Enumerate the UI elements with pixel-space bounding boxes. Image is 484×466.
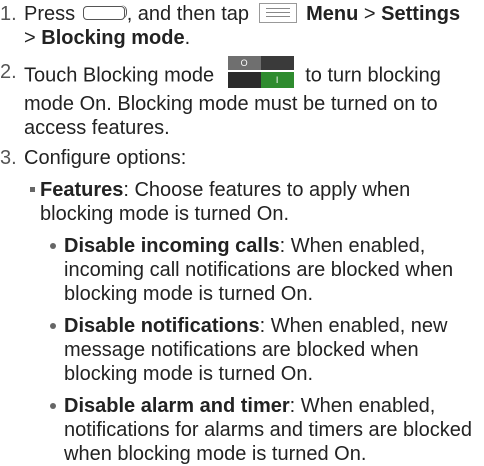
bullet-dot-icon — [50, 323, 56, 329]
square-bullet-icon — [30, 187, 35, 192]
step-number: 1. — [0, 3, 17, 25]
step-text: Configure options: — [24, 146, 480, 170]
touch-text: Touch Blocking mode — [24, 64, 215, 87]
settings-label: Settings — [381, 3, 461, 25]
features-item: Features: Choose features to apply when … — [30, 178, 478, 226]
separator: > — [24, 27, 36, 49]
step-text: Press , and then tap Menu > Settings > B… — [24, 2, 480, 50]
bullet-dot-icon — [50, 243, 56, 249]
bullet-title: Disable incoming calls — [64, 235, 280, 257]
bullet-title: Disable alarm and timer — [64, 395, 290, 417]
toggle-off-glyph: O — [227, 56, 261, 70]
bullet-notifications: Disable notifications: When enabled, new… — [50, 314, 480, 386]
bullet-incoming-calls: Disable incoming calls: When enabled, in… — [50, 234, 480, 306]
step-2: 2. Touch Blocking mode O I to turn block… — [0, 56, 484, 140]
step-text: Touch Blocking mode O I to turn blocking… — [24, 56, 480, 140]
bullet-title: Disable notifications — [64, 315, 260, 337]
configure-text: Configure options: — [24, 147, 187, 169]
step-number: 3. — [0, 147, 17, 169]
blocking-mode-label: Blocking mode — [41, 27, 185, 49]
period: . — [184, 27, 191, 49]
separator: > — [363, 3, 376, 25]
menu-label: Menu — [306, 3, 359, 25]
bullet-dot-icon — [50, 403, 56, 409]
toggle-on-glyph: I — [260, 72, 294, 88]
step-number: 2. — [0, 61, 17, 83]
step-3: 3. Configure options: — [0, 146, 484, 170]
home-button-icon — [82, 4, 127, 20]
bullet-alarm-timer: Disable alarm and timer: When enabled, n… — [50, 394, 480, 466]
toggle-switch-icon: O I — [227, 56, 294, 88]
menu-icon — [258, 2, 297, 23]
step-1: 1. Press , and then tap Menu > Settings … — [0, 2, 484, 50]
then-tap-text: , and then tap — [126, 3, 250, 25]
features-title: Features — [40, 179, 124, 201]
press-text: Press — [24, 3, 76, 25]
